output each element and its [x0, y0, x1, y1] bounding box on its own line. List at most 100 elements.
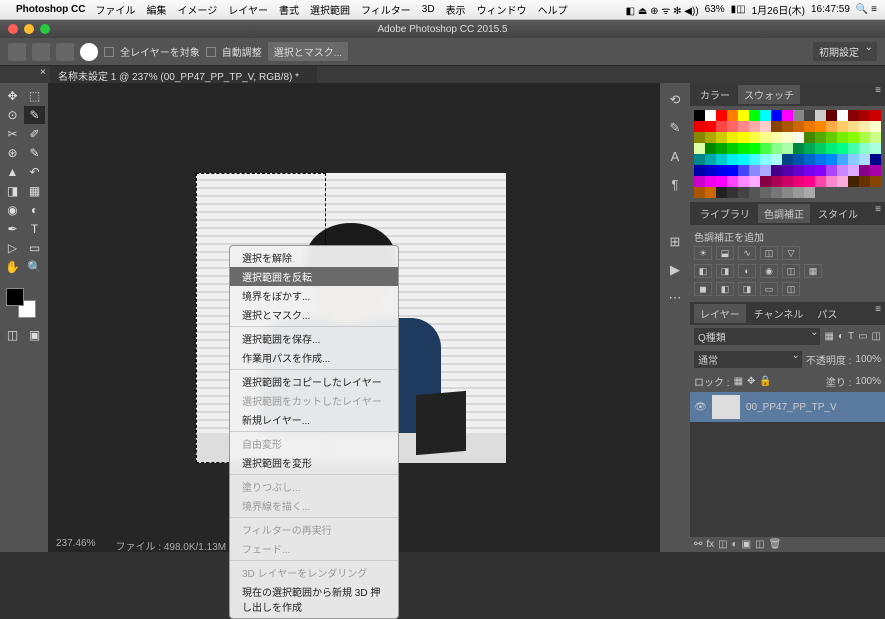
path-tab[interactable]: パス: [811, 304, 843, 323]
auto-checkbox[interactable]: [206, 47, 216, 57]
menu-window[interactable]: ウィンドウ: [477, 2, 527, 17]
swatch-tab[interactable]: スウォッチ: [738, 85, 800, 104]
panel-menu-icon[interactable]: ≡: [875, 85, 881, 104]
swatch[interactable]: [738, 154, 749, 165]
swatch[interactable]: [870, 143, 881, 154]
lock-pix-icon[interactable]: ▦: [734, 376, 743, 387]
swatch[interactable]: [815, 154, 826, 165]
swatch[interactable]: [716, 143, 727, 154]
opt-icon-1[interactable]: [32, 43, 50, 61]
menu-type[interactable]: 書式: [279, 2, 299, 17]
shape-tool[interactable]: ▭: [24, 239, 45, 257]
swatch[interactable]: [760, 165, 771, 176]
swatch[interactable]: [705, 187, 716, 198]
doc-tab[interactable]: ×名称未設定 1 @ 237% (00_PP47_PP_TP_V, RGB/8)…: [50, 66, 317, 83]
swatch[interactable]: [804, 165, 815, 176]
swatch[interactable]: [694, 165, 705, 176]
swatch[interactable]: [760, 176, 771, 187]
swatch[interactable]: [815, 176, 826, 187]
type-tool[interactable]: T: [24, 220, 45, 238]
swatch[interactable]: [870, 176, 881, 187]
menu-edit[interactable]: 編集: [146, 2, 166, 17]
all-layers-checkbox[interactable]: [104, 47, 114, 57]
trash-icon[interactable]: 🗑: [769, 539, 782, 550]
swatch[interactable]: [793, 176, 804, 187]
ctx-item[interactable]: 新規レイヤー...: [230, 410, 398, 429]
swatch[interactable]: [837, 154, 848, 165]
layer-filter[interactable]: Q種類: [694, 328, 820, 345]
swatch[interactable]: [859, 110, 870, 121]
adj-thr[interactable]: ◨: [738, 282, 756, 296]
swatch[interactable]: [716, 110, 727, 121]
swatch[interactable]: [727, 110, 738, 121]
history-brush-tool[interactable]: ↶: [24, 163, 45, 181]
filter-shape-icon[interactable]: ▭: [858, 331, 867, 342]
swatch[interactable]: [694, 187, 705, 198]
swatch[interactable]: [760, 154, 771, 165]
marquee-tool[interactable]: ⬚: [24, 87, 45, 105]
menu-image[interactable]: イメージ: [177, 2, 217, 17]
swatch[interactable]: [782, 176, 793, 187]
swatch[interactable]: [694, 154, 705, 165]
filter-pix-icon[interactable]: ▦: [824, 331, 833, 342]
swatch[interactable]: [837, 176, 848, 187]
char-panel-icon[interactable]: A: [666, 147, 684, 165]
swatch[interactable]: [771, 187, 782, 198]
swatch[interactable]: [859, 143, 870, 154]
swatch[interactable]: [837, 143, 848, 154]
ctx-item[interactable]: 選択とマスク...: [230, 305, 398, 324]
swatch[interactable]: [771, 132, 782, 143]
ctx-item[interactable]: 作業用パスを作成...: [230, 348, 398, 367]
close-button[interactable]: [8, 24, 18, 34]
brush-tool[interactable]: ✎: [24, 144, 45, 162]
swatch[interactable]: [848, 143, 859, 154]
swatch[interactable]: [837, 132, 848, 143]
swatch[interactable]: [716, 165, 727, 176]
swatch[interactable]: [738, 132, 749, 143]
dodge-tool[interactable]: ◐: [24, 201, 45, 219]
lib-tab[interactable]: ライブラリ: [694, 204, 756, 223]
swatch[interactable]: [705, 143, 716, 154]
swatch[interactable]: [815, 143, 826, 154]
swatch[interactable]: [738, 143, 749, 154]
ctx-item[interactable]: 選択範囲をコピーしたレイヤー: [230, 372, 398, 391]
swatch[interactable]: [738, 176, 749, 187]
swatch[interactable]: [771, 121, 782, 132]
swatch[interactable]: [705, 165, 716, 176]
layer-tab[interactable]: レイヤー: [694, 304, 746, 323]
swatch[interactable]: [859, 165, 870, 176]
adj-vibrance[interactable]: ▽: [782, 246, 800, 260]
swatch[interactable]: [749, 132, 760, 143]
swatch[interactable]: [804, 121, 815, 132]
quick-select-tool[interactable]: ✎: [24, 106, 45, 124]
swatch[interactable]: [804, 110, 815, 121]
swatch[interactable]: [771, 165, 782, 176]
swatch[interactable]: [705, 121, 716, 132]
hand-tool[interactable]: ✋: [2, 258, 23, 276]
swatch[interactable]: [716, 176, 727, 187]
layer-row[interactable]: 👁 00_PP47_PP_TP_V: [690, 392, 885, 422]
swatch[interactable]: [804, 187, 815, 198]
panel-menu-icon[interactable]: ≡: [875, 304, 881, 323]
swatch[interactable]: [738, 187, 749, 198]
para-panel-icon[interactable]: ¶: [666, 175, 684, 193]
close-tab-icon[interactable]: ×: [40, 67, 46, 78]
ctx-item[interactable]: 選択範囲を変形: [230, 453, 398, 472]
swatch[interactable]: [793, 110, 804, 121]
swatch[interactable]: [716, 121, 727, 132]
opacity-value[interactable]: 100%: [855, 354, 881, 365]
eyedropper-tool[interactable]: ✐: [24, 125, 45, 143]
swatch[interactable]: [749, 176, 760, 187]
menu-file[interactable]: ファイル: [95, 2, 135, 17]
zoom-value[interactable]: 237.46%: [56, 538, 95, 550]
adj-sel[interactable]: ◫: [782, 282, 800, 296]
swatch[interactable]: [826, 143, 837, 154]
swatch[interactable]: [793, 165, 804, 176]
swatch[interactable]: [771, 176, 782, 187]
swatch[interactable]: [859, 176, 870, 187]
filter-adj-icon[interactable]: ◐: [838, 331, 844, 342]
lock-all-icon[interactable]: 🔒: [759, 376, 771, 387]
adj-bal[interactable]: ◨: [716, 264, 734, 278]
menu-filter[interactable]: フィルター: [361, 2, 411, 17]
color-tab[interactable]: カラー: [694, 85, 736, 104]
